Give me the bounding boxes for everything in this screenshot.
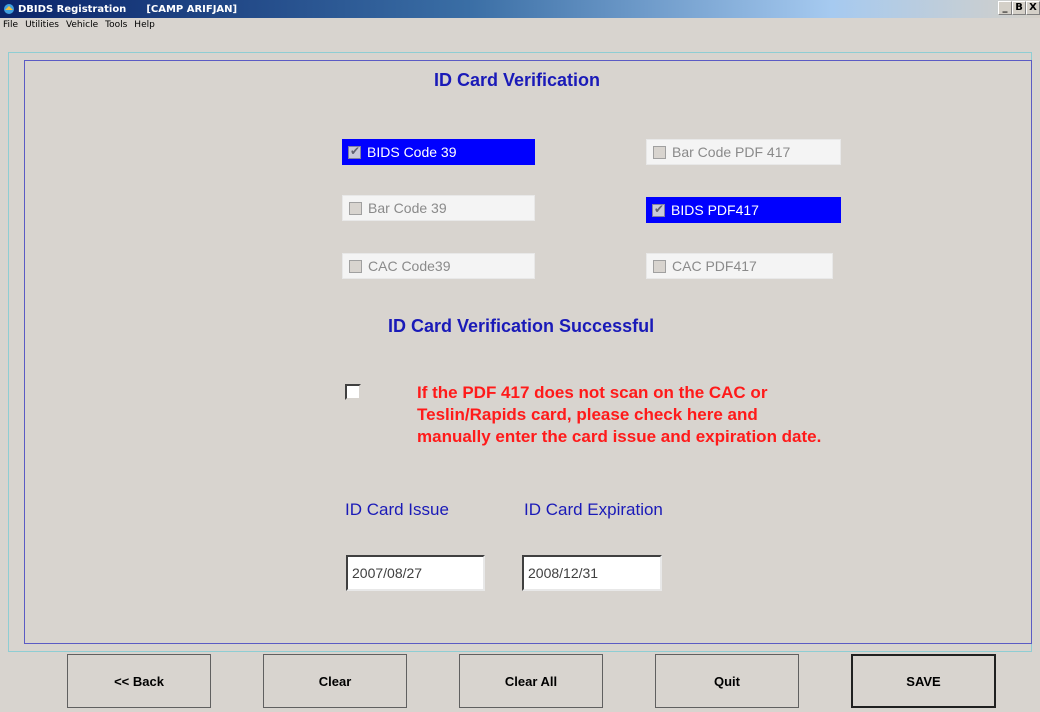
- clear-all-button[interactable]: Clear All: [459, 654, 603, 708]
- window-title: DBIDS Registration: [18, 3, 127, 15]
- clear-button[interactable]: Clear: [263, 654, 407, 708]
- checkbox-icon: [653, 259, 666, 273]
- menu-file[interactable]: File: [3, 20, 18, 30]
- page-title: ID Card Verification: [434, 70, 601, 90]
- option-label: CAC PDF417: [672, 258, 757, 274]
- close-button[interactable]: X: [1026, 1, 1040, 15]
- checkbox-icon: [349, 259, 362, 273]
- issue-label: ID Card Issue: [345, 500, 449, 519]
- expiration-date-field[interactable]: 2008/12/31: [522, 555, 662, 591]
- instruction-line: If the PDF 417 does not scan on the CAC …: [417, 383, 768, 402]
- option-bids-pdf417[interactable]: ✔ BIDS PDF417: [646, 197, 841, 223]
- expiration-label: ID Card Expiration: [524, 500, 663, 519]
- menu-utilities[interactable]: Utilities: [25, 20, 59, 30]
- maximize-button[interactable]: B: [1012, 1, 1026, 15]
- option-label: BIDS Code 39: [367, 144, 457, 160]
- minimize-button[interactable]: _: [998, 1, 1012, 15]
- checkbox-icon: ✔: [652, 201, 665, 217]
- manual-entry-instructions: If the PDF 417 does not scan on the CAC …: [417, 382, 977, 448]
- instruction-line: manually enter the card issue and expira…: [417, 427, 822, 446]
- option-label: CAC Code39: [368, 258, 451, 274]
- checkbox-icon: ✔: [348, 143, 361, 159]
- menu-tools[interactable]: Tools: [105, 20, 127, 30]
- app-icon: [4, 4, 14, 14]
- menu-bar: File Utilities Vehicle Tools Help: [0, 18, 1040, 32]
- option-cac-pdf417[interactable]: CAC PDF417: [646, 253, 833, 279]
- menu-vehicle[interactable]: Vehicle: [66, 20, 98, 30]
- instruction-line: Teslin/Rapids card, please check here an…: [417, 405, 758, 424]
- quit-button[interactable]: Quit: [655, 654, 799, 708]
- window-location: [CAMP ARIFJAN]: [146, 3, 238, 15]
- option-barcode-pdf417[interactable]: Bar Code PDF 417: [646, 139, 841, 165]
- checkbox-icon: [653, 145, 666, 159]
- option-barcode39[interactable]: Bar Code 39: [342, 195, 535, 221]
- option-label: Bar Code PDF 417: [672, 144, 791, 160]
- status-message: ID Card Verification Successful: [388, 316, 655, 336]
- issue-date-field[interactable]: 2007/08/27: [346, 555, 485, 591]
- menu-help[interactable]: Help: [134, 20, 155, 30]
- manual-entry-checkbox[interactable]: [345, 384, 361, 400]
- option-cac-code39[interactable]: CAC Code39: [342, 253, 535, 279]
- save-button[interactable]: SAVE: [851, 654, 996, 708]
- option-label: BIDS PDF417: [671, 202, 759, 218]
- title-bar: DBIDS Registration [CAMP ARIFJAN] _ B X: [0, 0, 1040, 18]
- option-bids-code39[interactable]: ✔ BIDS Code 39: [342, 139, 535, 165]
- back-button[interactable]: << Back: [67, 654, 211, 708]
- checkbox-icon: [349, 201, 362, 215]
- option-label: Bar Code 39: [368, 200, 447, 216]
